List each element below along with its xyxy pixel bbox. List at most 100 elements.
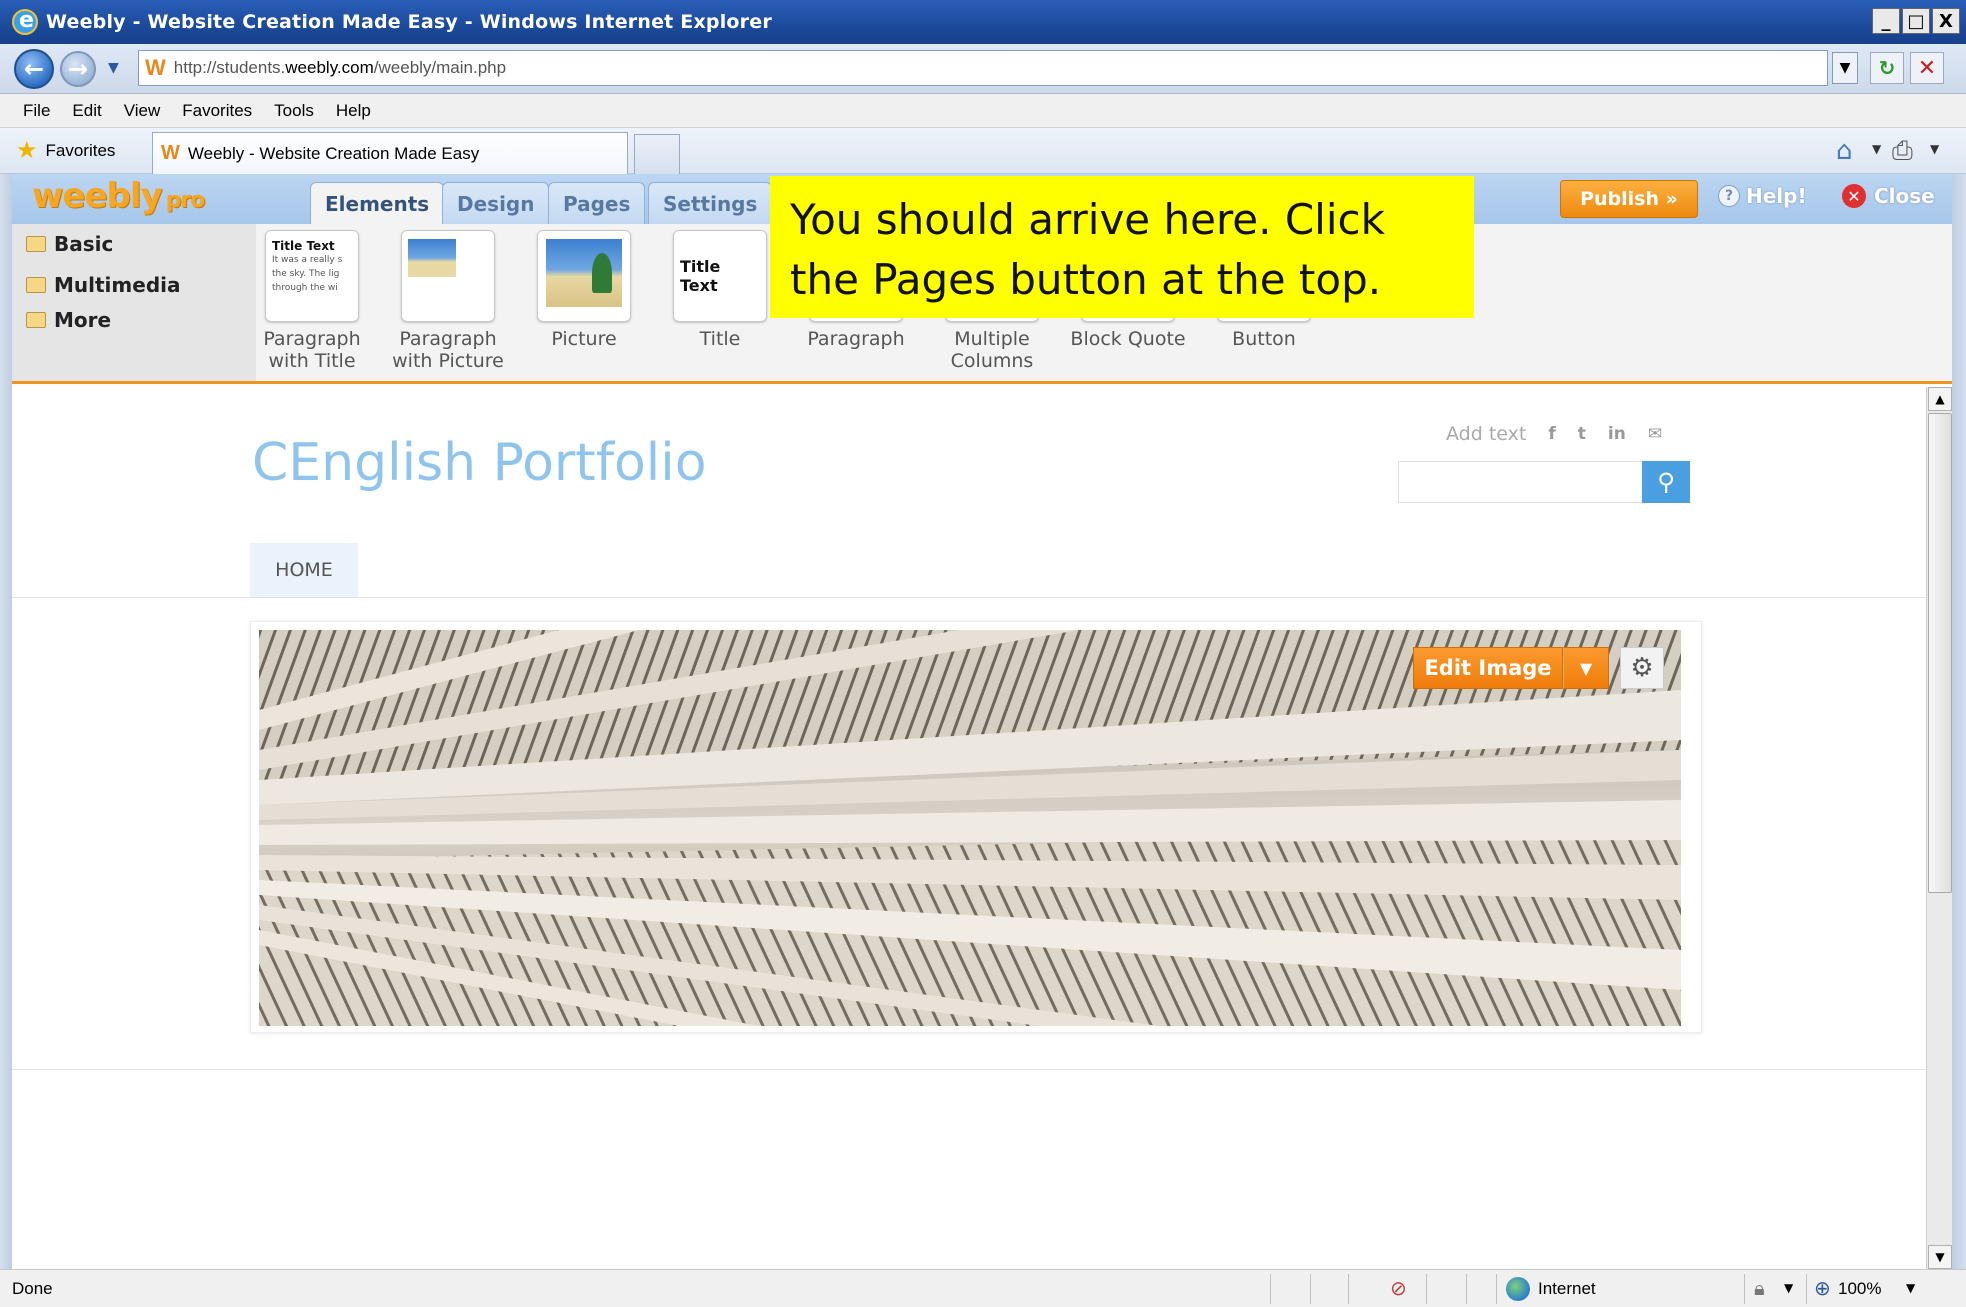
status-divider — [1426, 1274, 1427, 1304]
new-tab-button[interactable] — [634, 134, 680, 174]
favorites-button[interactable]: ★ Favorites — [16, 136, 115, 165]
status-divider — [1806, 1274, 1807, 1304]
linkedin-icon[interactable]: in — [1608, 424, 1626, 444]
protected-mode-dropdown-icon[interactable]: ▼ — [1784, 1281, 1793, 1295]
vertical-scrollbar[interactable]: ▲ ▼ — [1926, 387, 1952, 1269]
menu-help[interactable]: Help — [325, 97, 382, 125]
element-thumbnail — [401, 230, 495, 322]
weebly-favicon-icon: W — [161, 142, 180, 164]
element-paragraph-with-picture[interactable]: Paragraph with Picture — [388, 230, 508, 372]
window-titlebar: Weebly - Website Creation Made Easy - Wi… — [0, 0, 1966, 44]
menu-edit[interactable]: Edit — [61, 97, 112, 125]
nav-divider — [12, 597, 1926, 598]
star-icon: ★ — [16, 137, 38, 164]
site-search-input[interactable] — [1398, 461, 1654, 503]
element-label: Multiple Columns — [950, 328, 1034, 372]
close-label: Close — [1874, 184, 1935, 208]
refresh-icon[interactable]: ↻ — [1870, 52, 1904, 84]
category-more[interactable]: More — [26, 308, 111, 332]
banner-image[interactable] — [259, 630, 1681, 1026]
minimize-button[interactable]: _ — [1872, 8, 1900, 34]
scroll-up-icon[interactable]: ▲ — [1928, 387, 1952, 411]
status-divider — [1744, 1274, 1745, 1304]
zoom-level[interactable]: 100% — [1838, 1279, 1881, 1299]
element-picture[interactable]: Picture — [524, 230, 644, 350]
help-button[interactable]: ? Help! — [1718, 184, 1807, 208]
site-title[interactable]: CEnglish Portfolio — [252, 433, 707, 493]
element-title[interactable]: Title Text Title — [660, 230, 780, 350]
instruction-callout: You should arrive here. Click the Pages … — [770, 176, 1474, 318]
tab-design[interactable]: Design — [442, 182, 550, 224]
protected-mode-icon[interactable]: 🔒︎ — [1754, 1276, 1765, 1300]
window-controls: _ □ X — [1872, 8, 1960, 34]
menu-favorites[interactable]: Favorites — [171, 97, 263, 125]
print-dropdown-icon[interactable]: ▼ — [1930, 142, 1939, 156]
ie-logo-icon — [12, 8, 38, 35]
security-zone: Internet — [1538, 1279, 1596, 1298]
help-icon: ? — [1718, 185, 1740, 207]
zoom-dropdown-icon[interactable]: ▼ — [1906, 1281, 1915, 1295]
status-bar: Done ⊘ Internet 🔒︎ ▼ ⊕ 100% ▼ — [0, 1269, 1966, 1307]
close-editor-button[interactable]: ✕ Close — [1842, 184, 1935, 208]
content-divider — [12, 1069, 1926, 1070]
category-multimedia[interactable]: Multimedia — [26, 268, 256, 302]
wooden-ceiling-image — [259, 630, 1681, 1026]
element-paragraph-with-title[interactable]: Title Text It was a really s the sky. Th… — [252, 230, 372, 372]
favorites-bar: ★ Favorites W Weebly - Website Creation … — [0, 128, 1966, 174]
favorites-label: Favorites — [45, 140, 116, 160]
edit-image-dropdown-icon[interactable]: ▼ — [1563, 647, 1609, 689]
zoom-icon[interactable]: ⊕ — [1814, 1276, 1831, 1300]
tab-pages[interactable]: Pages — [548, 182, 646, 224]
window-right-border — [1952, 174, 1966, 1269]
print-icon[interactable]: ⎙ — [1892, 136, 1913, 167]
search-icon[interactable]: ⚲ — [1642, 461, 1690, 503]
facebook-icon[interactable]: f — [1548, 424, 1555, 444]
scroll-down-icon[interactable]: ▼ — [1928, 1245, 1952, 1269]
weebly-favicon-icon: W — [145, 55, 166, 80]
status-divider — [1496, 1274, 1497, 1304]
browser-tab-title: Weebly - Website Creation Made Easy — [187, 143, 480, 163]
menu-view[interactable]: View — [113, 97, 172, 125]
close-window-button[interactable]: X — [1932, 8, 1960, 34]
callout-text: You should arrive here. Click the Pages … — [790, 195, 1385, 304]
edit-image-button[interactable]: Edit Image — [1413, 647, 1563, 689]
url-input[interactable]: W http://students.weebly.com/weebly/main… — [138, 50, 1828, 86]
element-label: Paragraph — [807, 328, 905, 350]
nav-home[interactable]: HOME — [250, 543, 358, 597]
status-text: Done — [12, 1279, 53, 1298]
status-divider — [1466, 1274, 1467, 1304]
popup-blocker-icon[interactable]: ⊘ — [1390, 1276, 1407, 1300]
element-thumbnail: Title Text It was a really s the sky. Th… — [265, 230, 359, 322]
element-label: Title — [699, 328, 741, 350]
home-dropdown-icon[interactable]: ▼ — [1872, 142, 1881, 156]
recent-pages-dropdown[interactable]: ▼ — [108, 60, 119, 76]
browser-tab-weebly[interactable]: W Weebly - Website Creation Made Easy — [152, 132, 628, 174]
status-divider — [1348, 1274, 1349, 1304]
social-bar: Add text f t in ✉ — [1446, 423, 1662, 445]
tab-elements[interactable]: Elements — [310, 182, 445, 224]
element-label: Paragraph with Picture — [392, 328, 504, 372]
menu-file[interactable]: File — [12, 97, 61, 125]
twitter-icon[interactable]: t — [1578, 424, 1586, 444]
folder-icon — [26, 312, 46, 328]
scroll-thumb[interactable] — [1928, 413, 1952, 893]
stop-icon[interactable]: ✕ — [1910, 52, 1944, 84]
window-title: Weebly - Website Creation Made Easy - Wi… — [46, 11, 772, 33]
thumb-title: Title Text — [680, 257, 721, 295]
internet-globe-icon — [1506, 1277, 1530, 1301]
element-label: Button — [1232, 328, 1296, 350]
home-icon[interactable]: ⌂ — [1836, 136, 1853, 166]
add-text-link[interactable]: Add text — [1446, 423, 1526, 445]
weebly-pro-logo: weebly pro — [32, 176, 205, 216]
tab-settings[interactable]: Settings — [648, 182, 773, 224]
mail-icon[interactable]: ✉ — [1648, 424, 1662, 444]
maximize-button[interactable]: □ — [1902, 8, 1930, 34]
gear-icon[interactable]: ⚙ — [1620, 647, 1664, 689]
menu-bar: File Edit View Favorites Tools Help — [0, 94, 1966, 128]
publish-button[interactable]: Publish » — [1560, 180, 1698, 218]
forward-button[interactable]: → — [60, 51, 96, 87]
url-dropdown-button[interactable]: ▼ — [1832, 52, 1858, 84]
menu-tools[interactable]: Tools — [263, 97, 325, 125]
back-button[interactable]: ← — [14, 49, 54, 89]
category-basic[interactable]: Basic — [26, 232, 113, 256]
